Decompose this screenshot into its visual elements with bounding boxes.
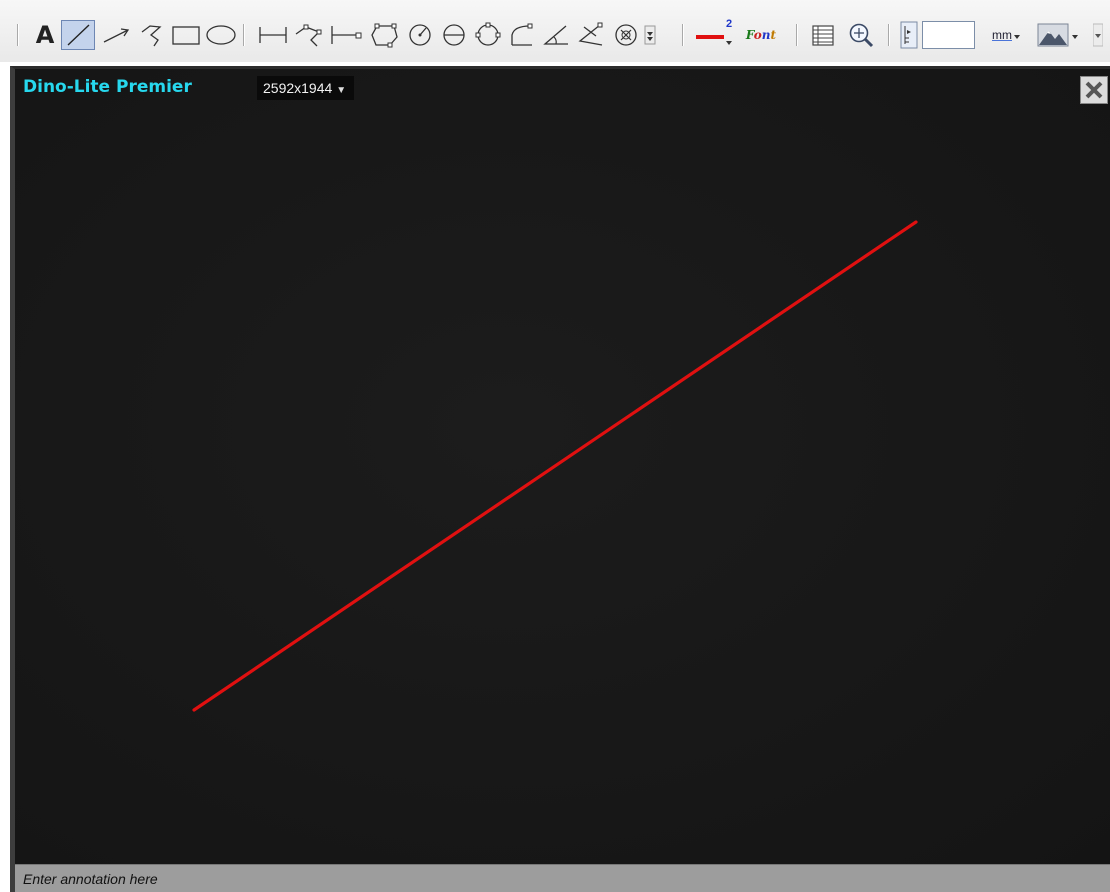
toolbar-grip: [17, 24, 19, 46]
image-tools-button[interactable]: [1030, 20, 1086, 50]
three-point-circle-icon: [475, 22, 501, 46]
toolbar-separator: [682, 24, 684, 46]
parallel-line-tool-button[interactable]: [328, 20, 364, 50]
angle-icon: [543, 25, 568, 45]
font-label: Font: [745, 28, 777, 42]
line-width-label: 2: [726, 18, 733, 30]
line-tool-button[interactable]: [61, 20, 95, 50]
font-button[interactable]: Font: [741, 20, 781, 50]
unit-label: mm: [992, 28, 1012, 42]
angle-tool-button[interactable]: [540, 20, 572, 50]
table-icon: [812, 25, 834, 46]
text-icon: A: [35, 21, 55, 49]
arrow-icon: [103, 28, 130, 43]
calibration-button[interactable]: [896, 20, 922, 50]
close-preview-button[interactable]: [1080, 76, 1108, 104]
circle-radius-tool-button[interactable]: [404, 20, 436, 50]
annotation-input[interactable]: [15, 865, 1110, 892]
circle-diameter-icon: [443, 24, 465, 46]
camera-preview-panel[interactable]: Dino-Lite Premier 2592x1944 ▼: [10, 66, 1110, 892]
four-point-angle-tool-button[interactable]: [574, 20, 608, 50]
center-circle-tool-button[interactable]: [610, 20, 642, 50]
distance-icon: [259, 27, 287, 43]
mountain-icon: [1037, 23, 1069, 47]
polyline-icon: [141, 25, 162, 47]
live-preview-canvas[interactable]: [15, 69, 1110, 865]
arc-icon: [511, 23, 533, 46]
center-circle-icon: [615, 24, 637, 46]
line-color-icon: [696, 35, 732, 45]
table-button[interactable]: [806, 20, 840, 50]
more-dropdown-icon: [644, 25, 656, 45]
toolbar-separator: [888, 24, 890, 46]
toolbar-separator: [243, 24, 245, 46]
angle-polyline-icon: [295, 24, 322, 47]
ellipse-icon: [206, 25, 236, 45]
camera-model-title: Dino-Lite Premier: [23, 77, 192, 97]
close-icon: [1085, 81, 1103, 99]
resolution-value: 2592x1944: [263, 80, 333, 96]
polyline-tool-button[interactable]: [136, 20, 168, 50]
calibration-value-input[interactable]: [922, 21, 975, 49]
circle-radius-icon: [409, 24, 431, 46]
preview-background: [15, 69, 1110, 865]
unit-dropdown-icon: [1014, 35, 1020, 39]
annotation-toolbar: A 2 Font mm: [0, 0, 1110, 62]
unit-dropdown[interactable]: mm: [988, 20, 1026, 50]
ellipse-tool-button[interactable]: [204, 20, 238, 50]
rectangle-tool-button[interactable]: [170, 20, 202, 50]
distance-tool-button[interactable]: [256, 20, 290, 50]
polygon-tool-button[interactable]: [368, 20, 402, 50]
polygon-icon: [371, 23, 398, 48]
four-point-angle-icon: [578, 22, 603, 46]
line-color-button[interactable]: 2: [694, 18, 740, 50]
straight-line-icon: [67, 24, 90, 46]
toolbar-separator: [796, 24, 798, 46]
three-point-circle-tool-button[interactable]: [472, 20, 504, 50]
circle-diameter-tool-button[interactable]: [438, 20, 470, 50]
annotation-bar: [15, 864, 1110, 892]
image-tools-dropdown-icon: [1072, 35, 1078, 39]
more-tools-dropdown[interactable]: [643, 20, 657, 50]
font-icon: Font: [746, 29, 776, 41]
arrow-tool-button[interactable]: [100, 20, 134, 50]
arc-tool-button[interactable]: [506, 20, 538, 50]
rectangle-icon: [172, 26, 200, 45]
zoom-button[interactable]: [841, 20, 881, 50]
zoom-icon: [849, 23, 874, 48]
angle-polyline-tool-button[interactable]: [292, 20, 326, 50]
chevron-down-icon: ▼: [336, 85, 347, 96]
resolution-dropdown[interactable]: 2592x1944 ▼: [257, 76, 355, 100]
parallel-line-icon: [331, 26, 362, 44]
toolbar-overflow[interactable]: [1092, 20, 1104, 50]
calibration-icon: [900, 21, 918, 49]
overflow-chevron-icon: [1093, 23, 1103, 47]
text-tool-button[interactable]: A: [31, 20, 59, 50]
